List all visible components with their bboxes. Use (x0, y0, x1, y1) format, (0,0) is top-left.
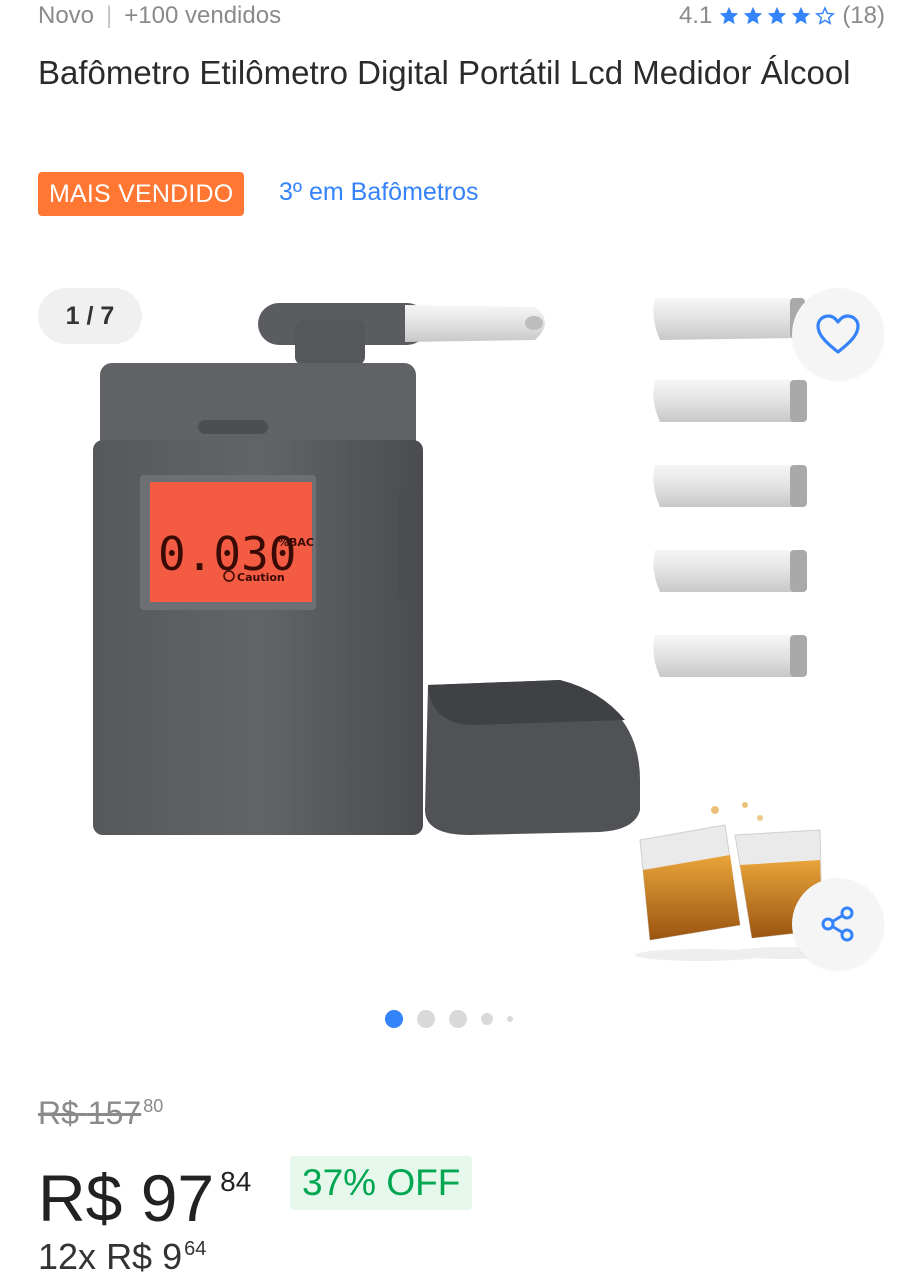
discount-badge: 37% OFF (290, 1156, 473, 1210)
installments: 12x R$ 9 64 (38, 1236, 206, 1278)
product-image-gallery[interactable]: 0.030 %BAC Caution (0, 250, 923, 990)
currency-symbol: R$ (106, 1236, 153, 1277)
product-title: Bafômetro Etilômetro Digital Portátil Lc… (38, 54, 851, 91)
share-icon (821, 906, 854, 942)
installments-count: 12x (38, 1236, 97, 1277)
heart-icon (816, 314, 860, 354)
star-filled-icon (792, 6, 811, 25)
divider: | (106, 2, 113, 29)
best-seller-badge: MAIS VENDIDO (38, 172, 245, 216)
star-empty-icon (815, 6, 836, 25)
product-image: 0.030 %BAC Caution (93, 298, 840, 961)
current-price-cents: 84 (220, 1166, 252, 1197)
installment-cents: 64 (184, 1238, 207, 1260)
carousel-indicator[interactable] (385, 1010, 513, 1028)
carousel-dot[interactable] (417, 1010, 435, 1028)
lcd-caution: Caution (237, 571, 285, 584)
rating-summary[interactable]: 4.1 (18) (679, 2, 885, 30)
current-price: R$ 97 84 (38, 1142, 251, 1238)
carousel-dot-active[interactable] (385, 1010, 403, 1028)
meta-info: Novo | +100 vendidos (38, 2, 281, 30)
lcd-unit: %BAC (278, 536, 314, 549)
condition-label: Novo (38, 2, 95, 29)
old-price-cents: 80 (143, 1096, 164, 1116)
currency-symbol: R$ (38, 1095, 79, 1131)
rating-stars (718, 5, 836, 27)
sold-count: +100 vendidos (124, 2, 282, 29)
star-filled-icon (720, 6, 739, 25)
review-count: (18) (842, 2, 885, 29)
star-filled-icon (768, 6, 787, 25)
original-price: R$ 157 80 (38, 1095, 163, 1132)
carousel-dot[interactable] (449, 1010, 467, 1028)
favorite-button[interactable] (792, 288, 884, 380)
installment-int: 9 (162, 1236, 183, 1277)
share-button[interactable] (792, 878, 884, 970)
star-filled-icon (744, 6, 763, 25)
currency-symbol: R$ (38, 1161, 123, 1235)
old-price-int: 157 (87, 1095, 142, 1131)
carousel-dot[interactable] (481, 1013, 493, 1025)
image-counter: 1 / 7 (38, 288, 142, 344)
spare-mouthpieces (653, 298, 807, 677)
rating-value: 4.1 (678, 2, 713, 29)
carousel-dot[interactable] (507, 1016, 513, 1022)
category-rank-link[interactable]: 3º em Bafômetros (279, 178, 479, 207)
current-price-int: 97 (140, 1161, 215, 1235)
